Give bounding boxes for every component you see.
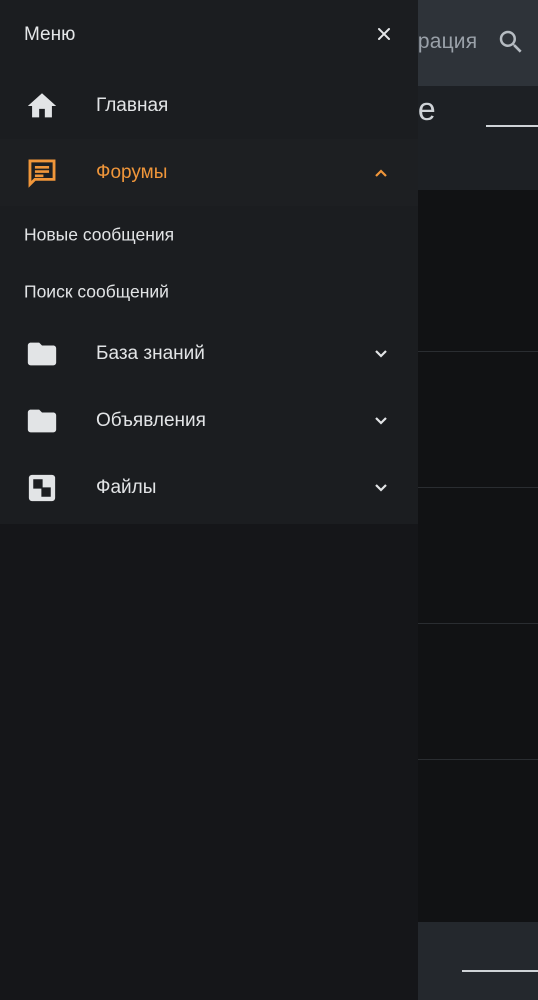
nav-item-files[interactable]: Файлы: [0, 454, 418, 521]
nav-label: База знаний: [96, 342, 205, 364]
chevron-down-icon[interactable]: [370, 410, 392, 432]
nav-item-knowledge-base[interactable]: База знаний: [0, 320, 418, 387]
register-link[interactable]: трация: [408, 30, 477, 54]
home-icon: [24, 88, 60, 124]
close-button[interactable]: [370, 20, 398, 48]
close-icon: [378, 28, 390, 40]
sub-item-search-posts[interactable]: Поиск сообщений: [0, 263, 418, 320]
nav-drawer: Меню Главная Форумы Новые сообщения Поис…: [0, 0, 418, 1000]
nav-item-home[interactable]: Главная: [0, 72, 418, 139]
nav-label: Файлы: [96, 476, 157, 498]
nav-label: Объявления: [96, 409, 206, 431]
nav-label: Главная: [96, 94, 169, 116]
search-icon[interactable]: [496, 27, 526, 57]
folder-icon: [24, 336, 60, 372]
sub-item-new-posts[interactable]: Новые сообщения: [0, 206, 418, 263]
row-divider: [418, 759, 538, 760]
chevron-up-icon[interactable]: [370, 162, 392, 184]
row-divider: [418, 351, 538, 352]
nav-item-announcements[interactable]: Объявления: [0, 387, 418, 454]
row-divider: [418, 623, 538, 624]
media-icon: [24, 470, 60, 506]
nav-item-forums[interactable]: Форумы: [0, 139, 418, 206]
row-divider: [418, 487, 538, 488]
chevron-down-icon[interactable]: [370, 477, 392, 499]
nav-label: Форумы: [96, 161, 168, 183]
chevron-down-icon[interactable]: [370, 343, 392, 365]
forum-icon: [24, 155, 60, 191]
folder-icon: [24, 403, 60, 439]
sub-label: Поиск сообщений: [24, 281, 169, 301]
drawer-list: Меню Главная Форумы Новые сообщения Поис…: [0, 0, 418, 521]
tab-indicator: [486, 125, 538, 127]
footer-indicator: [462, 970, 538, 972]
drawer-title: Меню: [24, 24, 76, 45]
sub-label: Новые сообщения: [24, 224, 175, 244]
drawer-empty-area: [0, 524, 418, 1000]
drawer-header: Меню: [0, 0, 418, 72]
